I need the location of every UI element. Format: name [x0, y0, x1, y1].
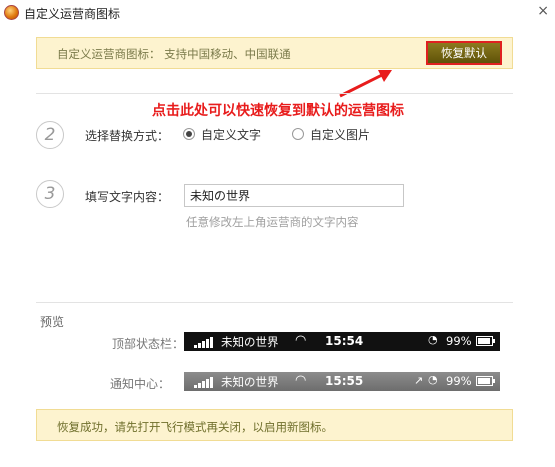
close-icon[interactable]: × — [537, 3, 549, 19]
radio-custom-image-label[interactable]: 自定义图片 — [310, 126, 370, 143]
restore-default-button[interactable]: 恢复默认 — [426, 41, 502, 65]
annotation-arrow-icon — [339, 70, 392, 98]
divider — [36, 93, 513, 94]
statusbar-preview-notification: 未知の世界 ◠ 15:55 ↗ ◔ 99% — [184, 372, 500, 391]
lock-rotation-icon: ◔ — [428, 333, 438, 346]
clock-time: 15:54 — [325, 334, 364, 348]
title-bar: 自定义运营商图标 × — [0, 0, 555, 26]
carrier-name: 未知の世界 — [221, 375, 279, 389]
radio-custom-text-label[interactable]: 自定义文字 — [201, 126, 261, 143]
replace-method-label: 选择替换方式： — [85, 129, 170, 143]
divider — [36, 302, 513, 303]
notification-preview-label: 通知中心： — [110, 377, 171, 391]
location-icon: ↗ — [414, 374, 424, 387]
battery-icon — [476, 336, 495, 346]
radio-custom-image[interactable] — [292, 128, 304, 140]
success-banner: 恢复成功，请先打开飞行模式再关闭，以启用新图标。 — [36, 409, 513, 441]
annotation-text: 点击此处可以快速恢复到默认的运营图标 — [152, 103, 404, 119]
wifi-icon: ◠ — [295, 333, 307, 348]
signal-icon — [194, 336, 216, 348]
statusbar-preview-dark: 未知の世界 ◠ 15:54 ◔ 99% — [184, 332, 500, 351]
wifi-icon: ◠ — [295, 373, 307, 388]
step-number-3: 3 — [36, 180, 64, 208]
battery-percent: 99% — [446, 334, 472, 348]
carrier-name: 未知の世界 — [221, 335, 279, 349]
step-number-2: 2 — [36, 121, 64, 149]
lock-rotation-icon: ◔ — [428, 373, 438, 386]
info-banner-text: 自定义运营商图标： 支持中国移动、中国联通 — [57, 47, 291, 61]
info-banner: 自定义运营商图标： 支持中国移动、中国联通 恢复默认 — [36, 37, 513, 69]
success-banner-text: 恢复成功，请先打开飞行模式再关闭，以启用新图标。 — [57, 420, 333, 434]
signal-icon — [194, 376, 216, 388]
battery-percent: 99% — [446, 374, 472, 388]
statusbar-preview-label: 顶部状态栏： — [112, 337, 185, 351]
fill-text-label: 填写文字内容： — [85, 190, 170, 204]
radio-custom-text[interactable] — [183, 128, 195, 140]
carrier-text-hint: 任意修改左上角运营商的文字内容 — [186, 215, 359, 229]
window-title: 自定义运营商图标 — [24, 7, 121, 21]
carrier-text-input[interactable] — [184, 184, 404, 207]
preview-title: 预览 — [40, 315, 65, 329]
clock-time: 15:55 — [325, 374, 364, 388]
app-logo-icon — [4, 5, 19, 20]
battery-icon — [476, 376, 495, 386]
